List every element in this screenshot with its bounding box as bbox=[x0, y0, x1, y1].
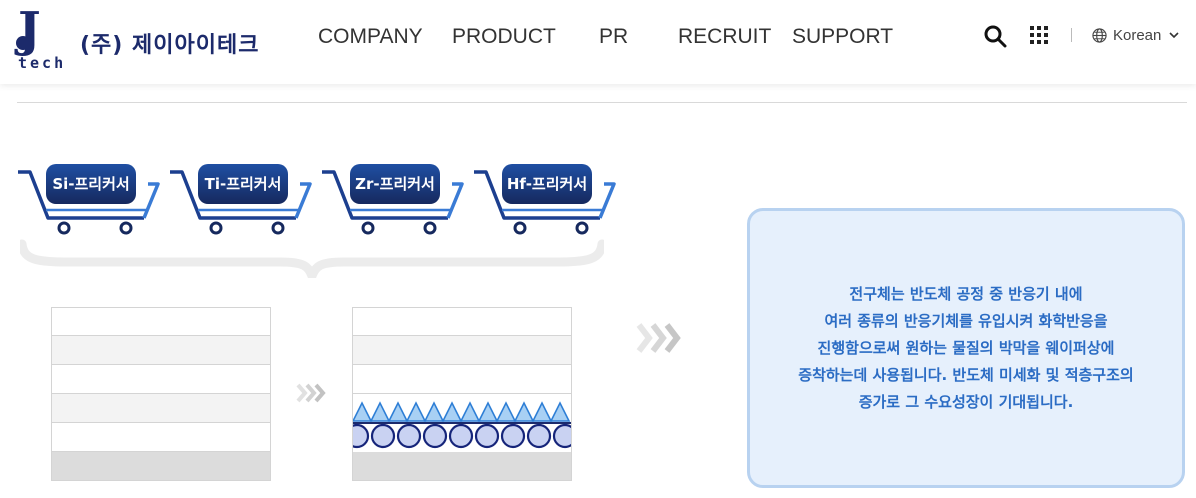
company-logo[interactable]: J tech bbox=[14, 6, 74, 72]
cart-label: Hf-프리커서 bbox=[502, 164, 592, 204]
substrate-stack-before bbox=[51, 307, 271, 481]
nav-support[interactable]: SUPPORT bbox=[792, 25, 893, 49]
info-line: 증가로 그 수요성장이 기대됩니다. bbox=[858, 392, 1074, 411]
company-name[interactable]: (주) 제이아이테크 bbox=[80, 27, 259, 59]
layer bbox=[51, 307, 271, 336]
language-selector[interactable]: Korean bbox=[1092, 25, 1185, 45]
layer bbox=[51, 336, 271, 365]
cart-label: Si-프리커서 bbox=[46, 164, 136, 204]
chevron-arrows-icon bbox=[296, 383, 326, 403]
layer bbox=[352, 336, 572, 365]
layer bbox=[51, 365, 271, 394]
layer bbox=[51, 394, 271, 423]
chevron-down-icon bbox=[1169, 32, 1179, 39]
info-line: 전구체는 반도체 공정 중 반응기 내에 bbox=[849, 284, 1083, 303]
substrate-stack-after bbox=[344, 307, 578, 481]
substrate-layer bbox=[352, 452, 572, 481]
cart-si-precursor: Si-프리커서 bbox=[16, 162, 166, 240]
layer bbox=[352, 365, 572, 394]
section-divider bbox=[17, 102, 1187, 103]
globe-icon bbox=[1092, 27, 1107, 43]
grid-menu-icon[interactable] bbox=[1029, 25, 1049, 45]
nav-company[interactable]: COMPANY bbox=[318, 25, 423, 49]
logo-mark: J bbox=[18, 2, 41, 58]
info-line: 증착하는데 사용됩니다. 반도체 미세화 및 적층구조의 bbox=[798, 365, 1134, 384]
info-line: 진행함으로써 원하는 물질의 박막을 웨이퍼상에 bbox=[817, 338, 1115, 357]
layer bbox=[352, 307, 572, 336]
info-text: 전구체는 반도체 공정 중 반응기 내에 여러 종류의 반응기체를 유입시켜 화… bbox=[798, 281, 1133, 416]
site-header: J tech (주) 제이아이테크 COMPANY PRODUCT PR REC… bbox=[0, 0, 1196, 84]
nav-product[interactable]: PRODUCT bbox=[452, 25, 556, 49]
search-icon[interactable] bbox=[983, 24, 1007, 48]
logo-subtext: tech bbox=[18, 54, 67, 72]
header-divider bbox=[1071, 28, 1072, 42]
deposition-pattern bbox=[344, 394, 578, 452]
cart-zr-precursor: Zr-프리커서 bbox=[320, 162, 470, 240]
cart-ti-precursor: Ti-프리커서 bbox=[168, 162, 318, 240]
substrate-layer bbox=[51, 452, 271, 481]
cart-label: Zr-프리커서 bbox=[350, 164, 440, 204]
nav-pr[interactable]: PR bbox=[599, 25, 628, 49]
precursor-info-box: 전구체는 반도체 공정 중 반응기 내에 여러 종류의 반응기체를 유입시켜 화… bbox=[747, 208, 1185, 488]
info-line: 여러 종류의 반응기체를 유입시켜 화학반응을 bbox=[824, 311, 1108, 330]
grouping-brace bbox=[20, 239, 604, 278]
nav-recruit[interactable]: RECRUIT bbox=[678, 25, 771, 49]
layer bbox=[51, 423, 271, 452]
cart-hf-precursor: Hf-프리커서 bbox=[472, 162, 622, 240]
cart-label: Ti-프리커서 bbox=[198, 164, 288, 204]
chevron-arrows-icon bbox=[636, 323, 681, 353]
deposited-film bbox=[344, 394, 578, 452]
language-label: Korean bbox=[1113, 26, 1162, 44]
